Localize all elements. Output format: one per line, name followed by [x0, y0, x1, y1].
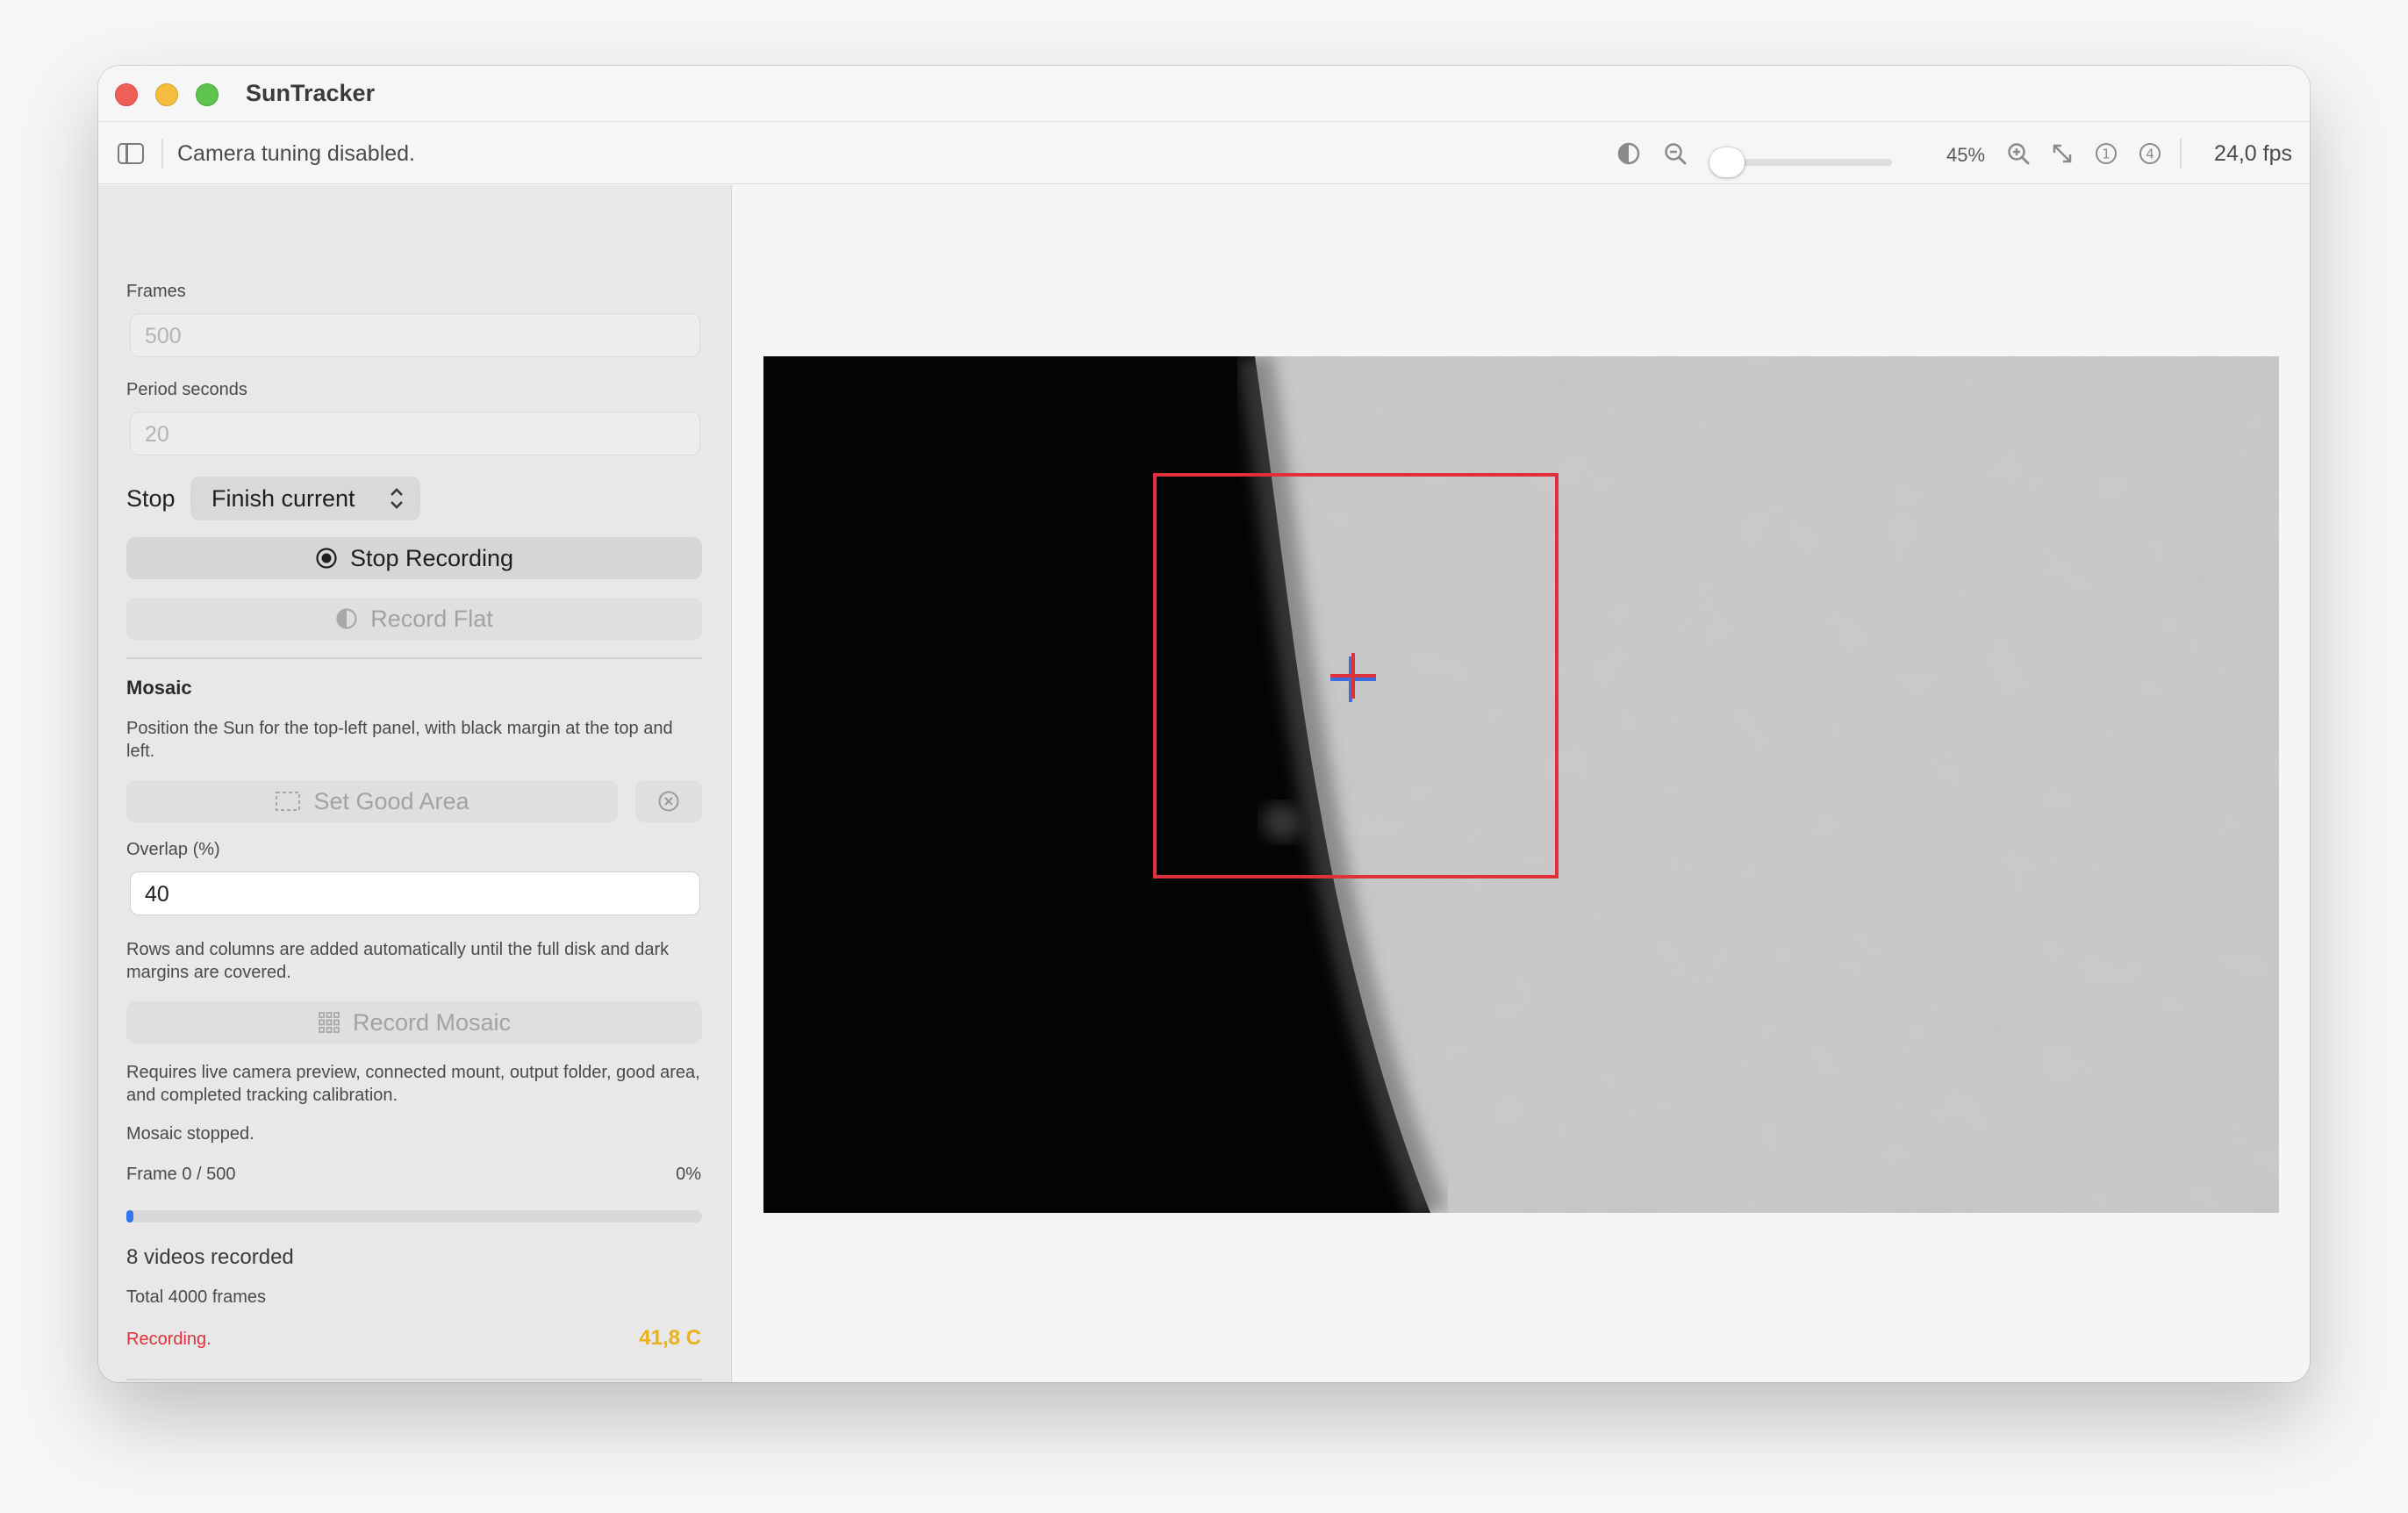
progress-bar-fill [126, 1210, 133, 1223]
app-window: SunTracker Camera tuning disabled. 45% 1… [98, 66, 2310, 1382]
minimize-window-button[interactable] [155, 83, 178, 106]
zoom-in-icon[interactable] [2006, 141, 2031, 166]
overlap-label: Overlap (%) [126, 840, 220, 859]
period-field[interactable]: 20 [130, 412, 700, 455]
grid-icon [319, 1012, 340, 1033]
overlap-field[interactable]: 40 [130, 871, 700, 915]
rows-help-text: Rows and columns are added automatically… [126, 940, 670, 982]
frame-progress-text: Frame 0 / 500 [126, 1165, 236, 1184]
progress-bar [126, 1210, 702, 1223]
toolbar-separator [161, 139, 163, 169]
camera-preview[interactable] [763, 356, 2279, 1213]
total-frames: Total 4000 frames [126, 1287, 266, 1307]
contrast-icon[interactable] [1616, 141, 1641, 166]
settings-sidebar: Frames 500 Period seconds 20 Stop Finish… [98, 185, 732, 1382]
four-circle-icon[interactable]: 4 [2138, 141, 2162, 166]
close-window-button[interactable] [115, 83, 138, 106]
section-divider [126, 657, 702, 659]
section-divider [126, 1379, 702, 1380]
clear-good-area-button[interactable] [635, 780, 702, 822]
maximize-window-button[interactable] [196, 83, 219, 106]
svg-text:4: 4 [2146, 147, 2154, 162]
frames-field[interactable]: 500 [130, 313, 700, 357]
frames-label: Frames [126, 282, 186, 301]
recording-status: Recording. [126, 1330, 211, 1349]
record-mosaic-label: Record Mosaic [352, 1008, 512, 1036]
record-flat-label: Record Flat [370, 605, 493, 632]
crosshair-icon [1330, 653, 1376, 702]
chevron-up-down-icon [391, 488, 403, 509]
record-flat-button[interactable]: Record Flat [126, 598, 702, 640]
camera-status-text: Camera tuning disabled. [177, 141, 415, 166]
svg-text:1: 1 [2102, 147, 2111, 162]
videos-recorded: 8 videos recorded [126, 1245, 294, 1269]
half-circle-icon [336, 608, 357, 629]
period-label: Period seconds [126, 380, 247, 399]
stop-mode-value: Finish current [211, 485, 355, 512]
preview-area [733, 185, 2310, 1382]
record-mosaic-button[interactable]: Record Mosaic [126, 1001, 702, 1043]
mosaic-title: Mosaic [126, 677, 192, 699]
stop-mode-popup[interactable]: Finish current [190, 477, 420, 520]
requirements-help-text: Requires live camera preview, connected … [126, 1063, 700, 1105]
fps-readout: 24,0 fps [2214, 141, 2292, 166]
camera-temperature: 41,8 C [639, 1326, 701, 1350]
zoom-out-icon[interactable] [1663, 141, 1688, 166]
dashed-rect-icon [276, 792, 301, 811]
stop-label: Stop [126, 485, 176, 512]
fit-arrows-icon[interactable] [2050, 141, 2075, 166]
toolbar-separator [2180, 139, 2182, 169]
set-good-area-label: Set Good Area [313, 787, 469, 814]
stop-recording-label: Stop Recording [349, 544, 514, 571]
mosaic-status: Mosaic stopped. [126, 1124, 254, 1144]
stop-recording-button[interactable]: Stop Recording [126, 537, 702, 579]
mosaic-help-text: Position the Sun for the top-left panel,… [126, 719, 673, 761]
title-bar: SunTracker [98, 66, 2310, 122]
app-title: SunTracker [246, 80, 376, 106]
zoom-percentage: 45% [1946, 144, 1986, 166]
toolbar: Camera tuning disabled. 45% 1 4 24,0 fps [98, 123, 2310, 184]
sidebar-icon[interactable] [118, 143, 144, 164]
record-stop-icon [316, 548, 337, 569]
clear-circle-icon [658, 791, 679, 812]
set-good-area-button[interactable]: Set Good Area [126, 780, 618, 822]
one-circle-icon[interactable]: 1 [2094, 141, 2118, 166]
zoom-slider-thumb[interactable] [1709, 147, 1745, 177]
progress-percent: 0% [676, 1165, 701, 1184]
